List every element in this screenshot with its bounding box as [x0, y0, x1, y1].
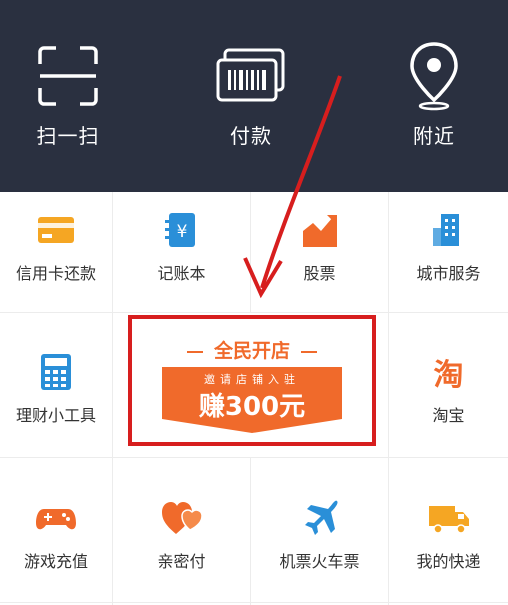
- annotation-arrow: [243, 75, 342, 299]
